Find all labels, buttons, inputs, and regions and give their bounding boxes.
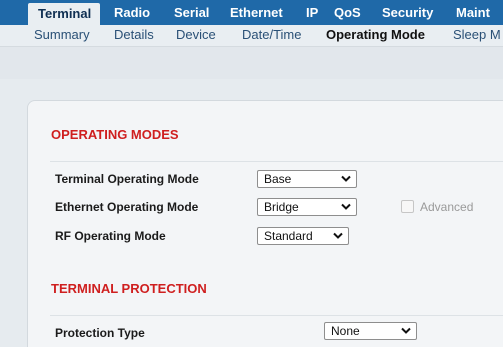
tab-radio[interactable]: Radio (114, 0, 150, 25)
chevron-down-icon (341, 203, 351, 210)
rf-operating-mode-label: RF Operating Mode (55, 229, 166, 243)
chevron-down-icon (341, 175, 351, 182)
terminal-operating-mode-label: Terminal Operating Mode (55, 172, 199, 186)
toolbar-band (0, 47, 503, 79)
ethernet-operating-mode-value: Bridge (264, 200, 299, 214)
tab-serial[interactable]: Serial (174, 0, 209, 25)
operating-modes-title: OPERATING MODES (51, 127, 179, 142)
sub-nav: Summary Details Device Date/Time Operati… (0, 25, 503, 47)
subtab-operating-mode[interactable]: Operating Mode (326, 25, 425, 46)
protection-type-value: None (331, 324, 360, 338)
subtab-date-time[interactable]: Date/Time (242, 25, 301, 46)
tab-terminal[interactable]: Terminal (28, 3, 101, 25)
settings-card: OPERATING MODES Terminal Operating Mode … (27, 100, 503, 347)
tab-ethernet[interactable]: Ethernet (230, 0, 283, 25)
protection-type-label: Protection Type (55, 326, 145, 340)
rf-operating-mode-select[interactable]: Standard (257, 227, 349, 245)
terminal-operating-mode-select[interactable]: Base (257, 170, 357, 188)
terminal-operating-mode-value: Base (264, 172, 292, 186)
ethernet-operating-mode-label: Ethernet Operating Mode (55, 200, 199, 214)
chevron-down-icon (401, 327, 411, 334)
rf-operating-mode-value: Standard (264, 229, 313, 243)
subtab-details[interactable]: Details (114, 25, 154, 46)
section-divider (50, 315, 503, 316)
tab-ip[interactable]: IP (306, 0, 318, 25)
advanced-checkbox-label: Advanced (420, 200, 474, 214)
ethernet-operating-mode-select[interactable]: Bridge (257, 198, 357, 216)
tab-security[interactable]: Security (382, 0, 433, 25)
terminal-protection-title: TERMINAL PROTECTION (51, 281, 207, 296)
protection-type-select[interactable]: None (324, 322, 417, 340)
section-divider (50, 161, 503, 162)
subtab-summary[interactable]: Summary (34, 25, 90, 46)
chevron-down-icon (333, 232, 343, 239)
tab-maintenance[interactable]: Maint (456, 0, 490, 25)
subtab-device[interactable]: Device (176, 25, 216, 46)
subtab-sleep-mode[interactable]: Sleep M (453, 25, 501, 46)
top-nav: Terminal Radio Serial Ethernet IP QoS Se… (0, 0, 503, 25)
advanced-checkbox[interactable] (401, 200, 414, 213)
tab-qos[interactable]: QoS (334, 0, 361, 25)
